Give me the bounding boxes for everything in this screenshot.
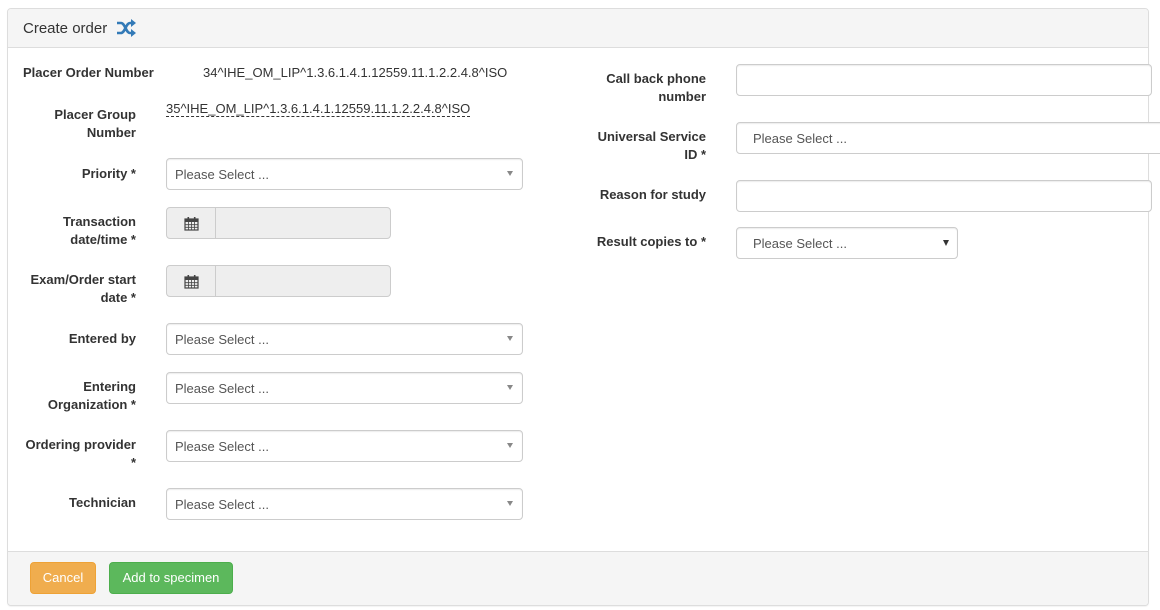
ordering-provider-label-line1: Ordering provider xyxy=(25,437,136,452)
calendar-icon xyxy=(184,275,199,289)
technician-select[interactable]: Please Select ... xyxy=(166,488,523,520)
placer-group-number-label-line1: Placer Group xyxy=(54,107,136,122)
chevron-down-icon xyxy=(507,443,513,448)
entering-organization-select[interactable]: Please Select ... xyxy=(166,372,523,404)
universal-service-id-value: Please Select ... xyxy=(753,131,847,146)
panel-footer: Cancel Add to specimen xyxy=(8,551,1148,605)
call-back-phone-label: Call back phone number xyxy=(568,70,706,106)
entering-organization-label-line1: Entering xyxy=(83,379,136,394)
exam-start-date-input[interactable] xyxy=(215,265,391,297)
transaction-datetime-label: Transaction date/time * xyxy=(18,213,136,249)
transaction-datetime-label-line2: date/time * xyxy=(70,232,136,247)
entered-by-select[interactable]: Please Select ... xyxy=(166,323,523,355)
entered-by-value: Please Select ... xyxy=(175,332,269,347)
entered-by-label: Entered by xyxy=(68,331,136,346)
entering-organization-label: Entering Organization * xyxy=(18,378,136,414)
transaction-datetime-label-line1: Transaction xyxy=(63,214,136,229)
universal-service-id-label: Universal Service ID * xyxy=(568,128,706,164)
result-copies-to-label: Result copies to * xyxy=(596,234,706,249)
transaction-datetime-input[interactable] xyxy=(215,207,391,239)
call-back-phone-input[interactable] xyxy=(736,64,1152,96)
calendar-button[interactable] xyxy=(166,265,216,297)
calendar-icon xyxy=(184,217,199,231)
reason-for-study-label: Reason for study xyxy=(599,187,706,202)
priority-value: Please Select ... xyxy=(175,167,269,182)
placer-order-number-value: 34^IHE_OM_LIP^1.3.6.1.4.1.12559.11.1.2.2… xyxy=(203,65,508,80)
exam-start-date-picker[interactable] xyxy=(166,265,391,297)
exam-start-date-label-line1: Exam/Order start xyxy=(30,272,137,287)
placer-order-number-label: Placer Order Number xyxy=(23,65,154,80)
call-back-phone-label-line2: number xyxy=(658,89,706,104)
chevron-down-icon xyxy=(507,385,513,390)
ordering-provider-value: Please Select ... xyxy=(175,439,269,454)
priority-select[interactable]: Please Select ... xyxy=(166,158,523,190)
entering-organization-value: Please Select ... xyxy=(175,381,269,396)
exam-start-date-label-line2: date * xyxy=(100,290,136,305)
universal-service-id-label-line1: Universal Service xyxy=(597,129,706,144)
cancel-button[interactable]: Cancel xyxy=(30,562,96,594)
panel-title: Create order xyxy=(23,20,108,37)
create-order-panel: Create order Placer Order Number 34^IHE_… xyxy=(7,8,1160,606)
chevron-down-icon xyxy=(507,501,513,506)
universal-service-id-label-line2: ID * xyxy=(684,147,706,162)
result-copies-to-select[interactable]: Please Select ... xyxy=(736,227,958,259)
priority-label: Priority * xyxy=(81,166,136,181)
add-to-specimen-button[interactable]: Add to specimen xyxy=(109,562,233,594)
universal-service-id-select[interactable]: Please Select ... xyxy=(736,122,1160,154)
result-copies-to-value: Please Select ... xyxy=(753,236,847,251)
placer-group-number-label-line2: Number xyxy=(86,125,136,140)
placer-group-number-value[interactable]: 35^IHE_OM_LIP^1.3.6.1.4.1.12559.11.1.2.2… xyxy=(166,101,471,117)
chevron-down-icon xyxy=(943,240,949,246)
technician-value: Please Select ... xyxy=(175,497,269,512)
technician-label: Technician xyxy=(69,495,136,510)
ordering-provider-label-line2: * xyxy=(130,455,136,470)
chevron-down-icon xyxy=(507,171,513,176)
chevron-down-icon xyxy=(507,336,513,341)
ordering-provider-select[interactable]: Please Select ... xyxy=(166,430,523,462)
exam-start-date-label: Exam/Order start date * xyxy=(18,271,137,307)
entering-organization-label-line2: Organization * xyxy=(47,397,136,412)
ordering-provider-label: Ordering provider * xyxy=(18,436,136,472)
placer-group-number-label: Placer Group Number xyxy=(18,106,136,142)
call-back-phone-label-line1: Call back phone xyxy=(606,71,706,86)
calendar-button[interactable] xyxy=(166,207,216,239)
shuffle-icon[interactable] xyxy=(116,19,136,37)
panel-heading: Create order xyxy=(8,9,1148,48)
reason-for-study-input[interactable] xyxy=(736,180,1152,212)
transaction-datetime-picker[interactable] xyxy=(166,207,391,239)
